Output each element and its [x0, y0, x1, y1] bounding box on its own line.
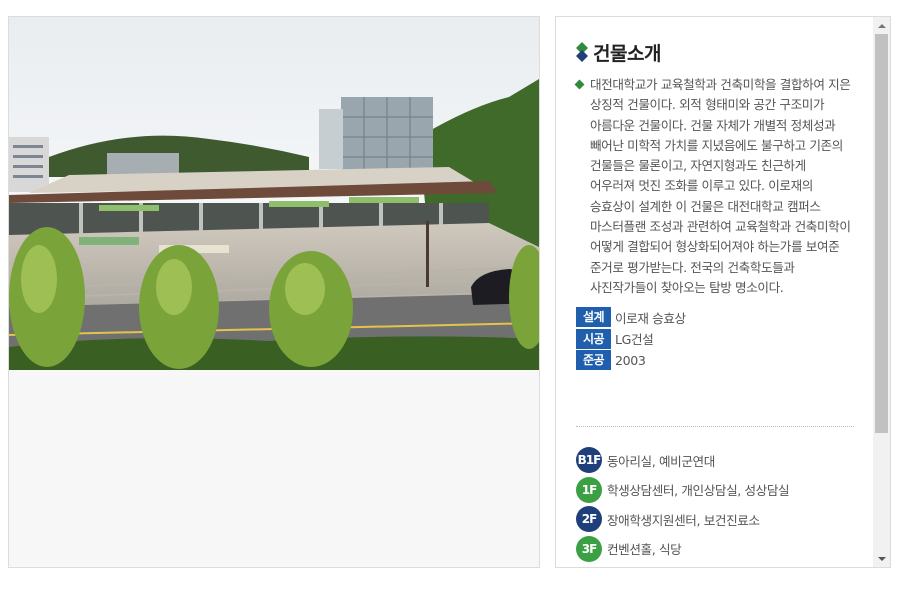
floor-badge: 2F	[576, 506, 602, 532]
floor-item: 1F 학생상담센터, 개인상담실, 성상담실	[576, 476, 790, 503]
info-panel: 건물소개 대전대학교가 교육철학과 건축미학을 결합하여 지은 상징적 건물이다…	[555, 16, 891, 568]
info-content[interactable]: 건물소개 대전대학교가 교육철학과 건축미학을 결합하여 지은 상징적 건물이다…	[556, 17, 874, 567]
scroll-down-button[interactable]	[873, 550, 890, 567]
floor-item: B1F 동아리실, 예비군연대	[576, 447, 789, 473]
building-photo	[9, 17, 539, 370]
floor-badge: B1F	[576, 447, 602, 473]
meta-value: 2003	[615, 352, 646, 368]
meta-label: 설계	[576, 307, 611, 328]
meta-value: LG건설	[615, 332, 654, 348]
scroll-thumb[interactable]	[875, 34, 888, 433]
photo-panel	[8, 16, 540, 568]
arrow-down-icon	[877, 556, 886, 561]
building-description: 대전대학교가 교육철학과 건축미학을 결합하여 지은 상징적 건물이다. 외적 …	[574, 75, 851, 298]
arrow-up-icon	[877, 23, 886, 28]
scroll-up-button[interactable]	[873, 17, 890, 34]
floor-text: 동아리실, 예비군연대	[607, 453, 715, 469]
building-meta: 설계 이로재 승효상 시공 LG건설 준공 2003	[576, 307, 874, 371]
floor-text: 학생상담센터, 개인상담실, 성상담실	[607, 483, 790, 498]
vertical-scrollbar[interactable]	[873, 17, 890, 567]
section-title-row: 건물소개	[576, 39, 874, 65]
floor-badge: 3F	[576, 535, 602, 562]
meta-row-construction: 시공 LG건설	[576, 328, 874, 349]
floor-item: 2F 장애학생지원센터, 보건진료소	[576, 506, 789, 532]
meta-label: 준공	[576, 350, 611, 371]
meta-row-completion: 준공 2003	[576, 350, 874, 371]
title-diamond-icon	[576, 42, 588, 62]
floor-badge: 1F	[576, 476, 602, 503]
meta-label: 시공	[576, 328, 611, 349]
floor-item: 3F 컨벤션홀, 식당	[576, 535, 789, 562]
floor-text: 컨벤션홀, 식당	[607, 542, 682, 557]
meta-row-design: 설계 이로재 승효상	[576, 307, 874, 328]
floor-list: B1F 동아리실, 예비군연대 1F 학생상담센터, 개인상담실, 성상담실 2…	[576, 447, 790, 566]
meta-value: 이로재 승효상	[615, 310, 686, 326]
floor-text: 장애학생지원센터, 보건진료소	[607, 512, 760, 528]
description-text: 대전대학교가 교육철학과 건축미학을 결합하여 지은 상징적 건물이다. 외적 …	[590, 77, 851, 295]
bullet-icon	[574, 79, 585, 90]
section-title: 건물소개	[593, 42, 661, 65]
section-divider	[576, 426, 854, 427]
